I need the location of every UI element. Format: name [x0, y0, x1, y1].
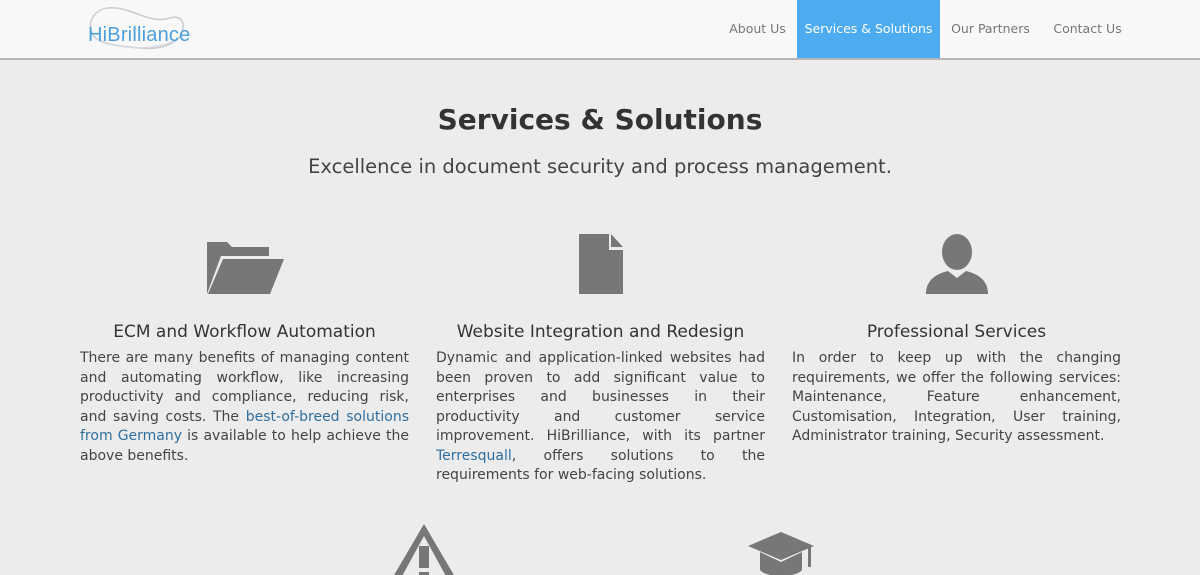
- column-title: Website Integration and Redesign: [456, 322, 745, 342]
- column-title: Professional Services: [866, 322, 1047, 342]
- service-column-website: Website Integration and Redesign Dynamic…: [436, 228, 765, 486]
- column-text: There are many benefits of managing cont…: [80, 349, 409, 466]
- logo-text: HiBrilliance: [88, 24, 191, 46]
- service-column-ecm: ECM and Workflow Automation There are ma…: [80, 228, 409, 466]
- warning-icon: [389, 522, 459, 575]
- main-nav: About Us Services & Solutions Our Partne…: [718, 0, 1134, 58]
- graduation-cap-icon: [746, 530, 816, 575]
- folder-open-icon: [80, 228, 409, 296]
- column-title: ECM and Workflow Automation: [113, 322, 376, 342]
- column-text: In order to keep up with the changing re…: [792, 350, 1121, 444]
- page-subtitle: Excellence in document security and proc…: [308, 155, 892, 178]
- document-icon: [436, 228, 765, 296]
- column-text-part: Dynamic and application-linked websites …: [436, 350, 765, 444]
- user-icon: [792, 228, 1121, 296]
- column-text: Dynamic and application-linked websites …: [436, 349, 765, 486]
- page-title: Services & Solutions: [437, 103, 763, 136]
- service-column-professional: Professional Services In order to keep u…: [792, 228, 1121, 447]
- nav-services-solutions[interactable]: Services & Solutions: [797, 0, 940, 58]
- terresquall-link[interactable]: Terresquall: [436, 448, 512, 464]
- nav-contact-us[interactable]: Contact Us: [1041, 0, 1134, 58]
- nav-our-partners[interactable]: Our Partners: [940, 0, 1041, 58]
- logo[interactable]: HiBrilliance: [86, 4, 191, 52]
- nav-about-us[interactable]: About Us: [718, 0, 797, 58]
- navbar: HiBrilliance About Us Services & Solutio…: [0, 0, 1200, 60]
